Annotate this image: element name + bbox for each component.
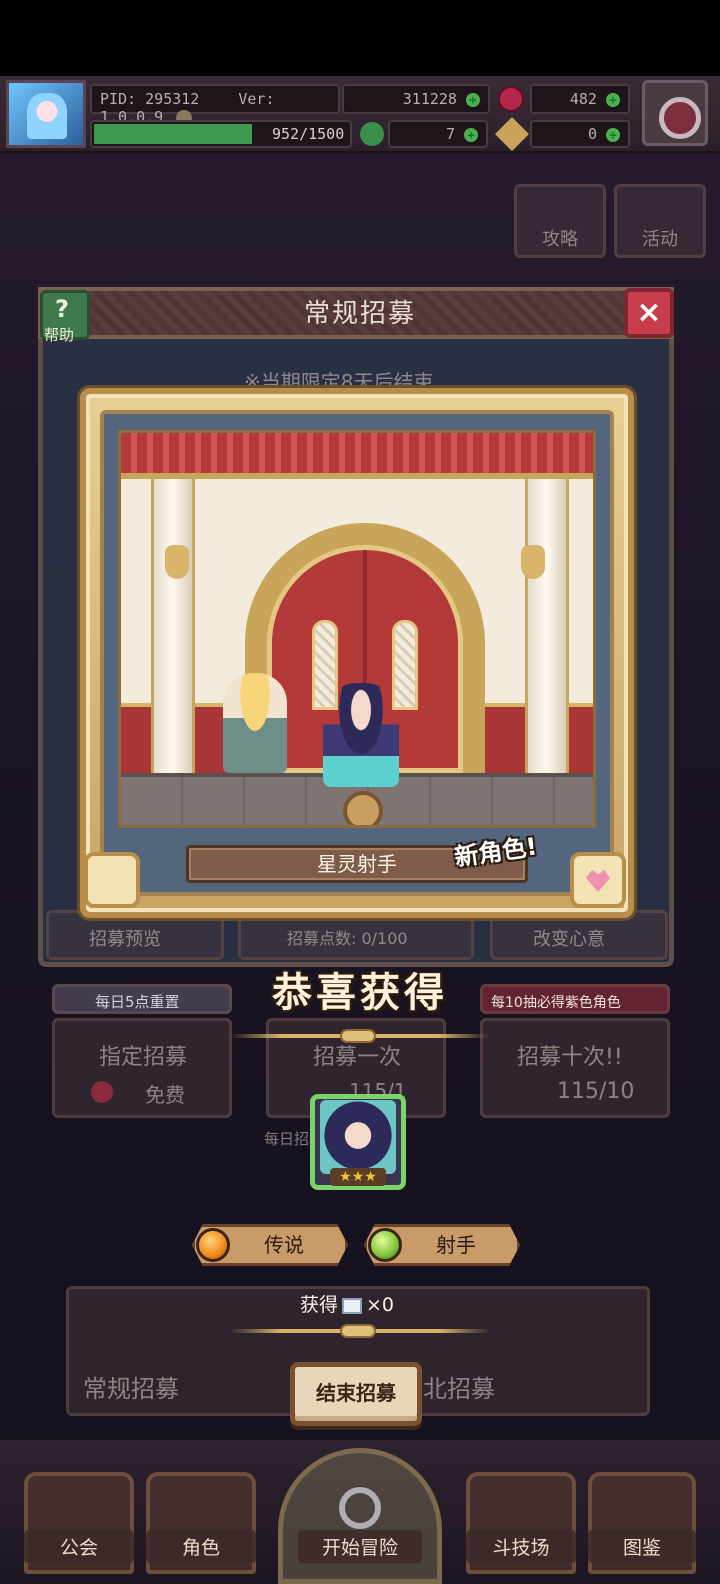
obtain-count: ×0 xyxy=(366,1294,395,1316)
end-recruit-button[interactable]: 结束招募 xyxy=(290,1362,422,1426)
exp-fill xyxy=(94,124,252,144)
coin-count: 311228 xyxy=(402,90,457,108)
nav-codex-label: 图鉴 xyxy=(588,1530,696,1563)
points-label: 招募点数: 0/100 xyxy=(287,929,408,948)
daily-reset-text: 每日5点重置 xyxy=(95,993,180,1011)
add-coin-icon[interactable]: + xyxy=(466,93,480,107)
divider-knot-top xyxy=(340,1029,376,1043)
congrats-title: 恭喜获得 xyxy=(272,970,448,1016)
clover-pill: 7 + xyxy=(388,120,488,148)
door-window-right xyxy=(392,620,418,710)
character-name: 星灵射手 xyxy=(317,852,397,876)
designated-recruit-button[interactable]: 指定招募 免费 xyxy=(52,1018,232,1118)
ten-pull-label: 招募十次!! xyxy=(517,1045,623,1070)
guarantee-text: 每10抽必得紫色角色 xyxy=(491,995,621,1011)
add-clover-icon[interactable]: + xyxy=(464,128,478,142)
change-label: 改变心意 xyxy=(533,929,605,950)
system-status-bar xyxy=(0,0,720,76)
character-scene xyxy=(118,430,596,828)
pillar-right xyxy=(525,479,569,777)
obtain-label: 获得 xyxy=(300,1294,339,1316)
divider-knot-bottom xyxy=(340,1324,376,1338)
close-button[interactable]: × xyxy=(624,288,674,338)
nav-characters-label: 角色 xyxy=(146,1530,256,1563)
exp-bar: 952/1500 xyxy=(90,120,352,148)
gem-count: 482 xyxy=(569,90,597,108)
companion-character-sprite xyxy=(223,673,287,773)
exp-text: 952/1500 xyxy=(272,125,345,143)
daily-reset-badge: 每日5点重置 xyxy=(52,984,232,1014)
banner-right-label: 北招募 xyxy=(423,1375,495,1403)
gem-pill: 482 + xyxy=(530,84,630,114)
pid-text: PID: 295312 xyxy=(100,90,200,108)
ticket-icon xyxy=(342,1297,363,1314)
rarity-label: 传说 xyxy=(264,1233,304,1257)
key-pill: 0 + xyxy=(530,120,630,148)
nav-arena-label: 斗技场 xyxy=(466,1530,576,1563)
pillar-left xyxy=(151,479,195,777)
archer-gem-icon xyxy=(368,1228,402,1262)
heart-icon xyxy=(586,870,610,892)
recruit-dialog-title: 常规招募 xyxy=(303,299,416,329)
event-label: 活动 xyxy=(642,229,678,250)
lamp-left-icon xyxy=(165,545,189,579)
designated-cost: 免费 xyxy=(145,1083,185,1107)
banner-left-label: 常规招募 xyxy=(83,1375,179,1403)
one-pull-label: 招募一次 xyxy=(313,1045,402,1070)
legend-gem-icon xyxy=(196,1228,230,1262)
gem-cost-icon xyxy=(91,1081,113,1103)
guide-label: 攻略 xyxy=(542,229,578,250)
settings-gear-icon[interactable] xyxy=(642,80,708,146)
reward-character-portrait xyxy=(320,1100,396,1174)
ten-pull-cost: 115/10 xyxy=(557,1079,635,1104)
clover-icon xyxy=(360,122,384,146)
event-button[interactable]: 活动 xyxy=(614,184,706,258)
clover-count: 7 xyxy=(445,125,455,143)
star-archer-sprite xyxy=(323,683,399,787)
add-key-icon[interactable]: + xyxy=(606,128,620,142)
reward-stars: ★★★ xyxy=(330,1168,386,1186)
preview-label: 招募预览 xyxy=(89,929,161,950)
magnifier-icon xyxy=(339,1487,381,1529)
pid-version-pill: PID: 295312 Ver: 1.0.0.9 xyxy=(90,84,340,126)
designated-label: 指定招募 xyxy=(99,1045,188,1070)
add-gem-icon[interactable]: + xyxy=(606,93,620,107)
medallion-icon xyxy=(343,791,383,825)
key-count: 0 xyxy=(587,125,597,143)
gem-icon xyxy=(498,86,524,112)
scene-ceiling xyxy=(121,433,593,479)
question-icon: ? xyxy=(55,295,69,323)
close-icon: × xyxy=(636,295,662,330)
nav-guild-label: 公会 xyxy=(24,1530,134,1563)
obtain-row: 获得 ×0 xyxy=(300,1290,420,1317)
corner-ornament-right xyxy=(570,852,626,908)
help-label: 帮助 xyxy=(44,326,75,344)
guarantee-badge: 每10抽必得紫色角色 xyxy=(480,984,670,1014)
recruit-ten-button[interactable]: 招募十次!! 115/10 xyxy=(480,1018,670,1118)
nav-start-adventure-label: 开始冒险 xyxy=(298,1530,422,1563)
end-recruit-label: 结束招募 xyxy=(316,1381,396,1405)
player-avatar[interactable] xyxy=(6,80,86,148)
class-label: 射手 xyxy=(436,1233,476,1257)
coin-pill: 311228 + xyxy=(342,84,490,114)
lamp-right-icon xyxy=(521,545,545,579)
corner-ornament-left xyxy=(84,852,140,908)
guide-button[interactable]: 攻略 xyxy=(514,184,606,258)
